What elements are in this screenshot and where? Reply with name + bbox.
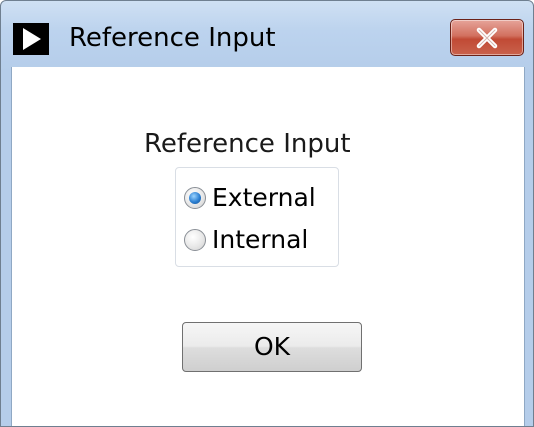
title-bar[interactable]: Reference Input [1, 1, 533, 67]
close-button[interactable] [450, 19, 524, 56]
radio-label-internal: Internal [212, 225, 309, 254]
radio-option-external[interactable]: External [184, 181, 316, 215]
radio-label-external: External [212, 183, 316, 212]
reference-input-radio-group: External Internal [175, 167, 339, 267]
radio-button-internal[interactable] [184, 229, 206, 251]
group-label: Reference Input [144, 129, 351, 159]
radio-button-external[interactable] [184, 187, 206, 209]
dialog-window: Reference Input Reference Input External… [0, 0, 534, 427]
close-icon [476, 27, 498, 49]
ok-button[interactable]: OK [182, 322, 362, 372]
play-icon [13, 23, 49, 55]
dialog-body: Reference Input External Internal OK [11, 67, 525, 426]
window-title: Reference Input [69, 23, 276, 53]
radio-option-internal[interactable]: Internal [184, 223, 308, 257]
